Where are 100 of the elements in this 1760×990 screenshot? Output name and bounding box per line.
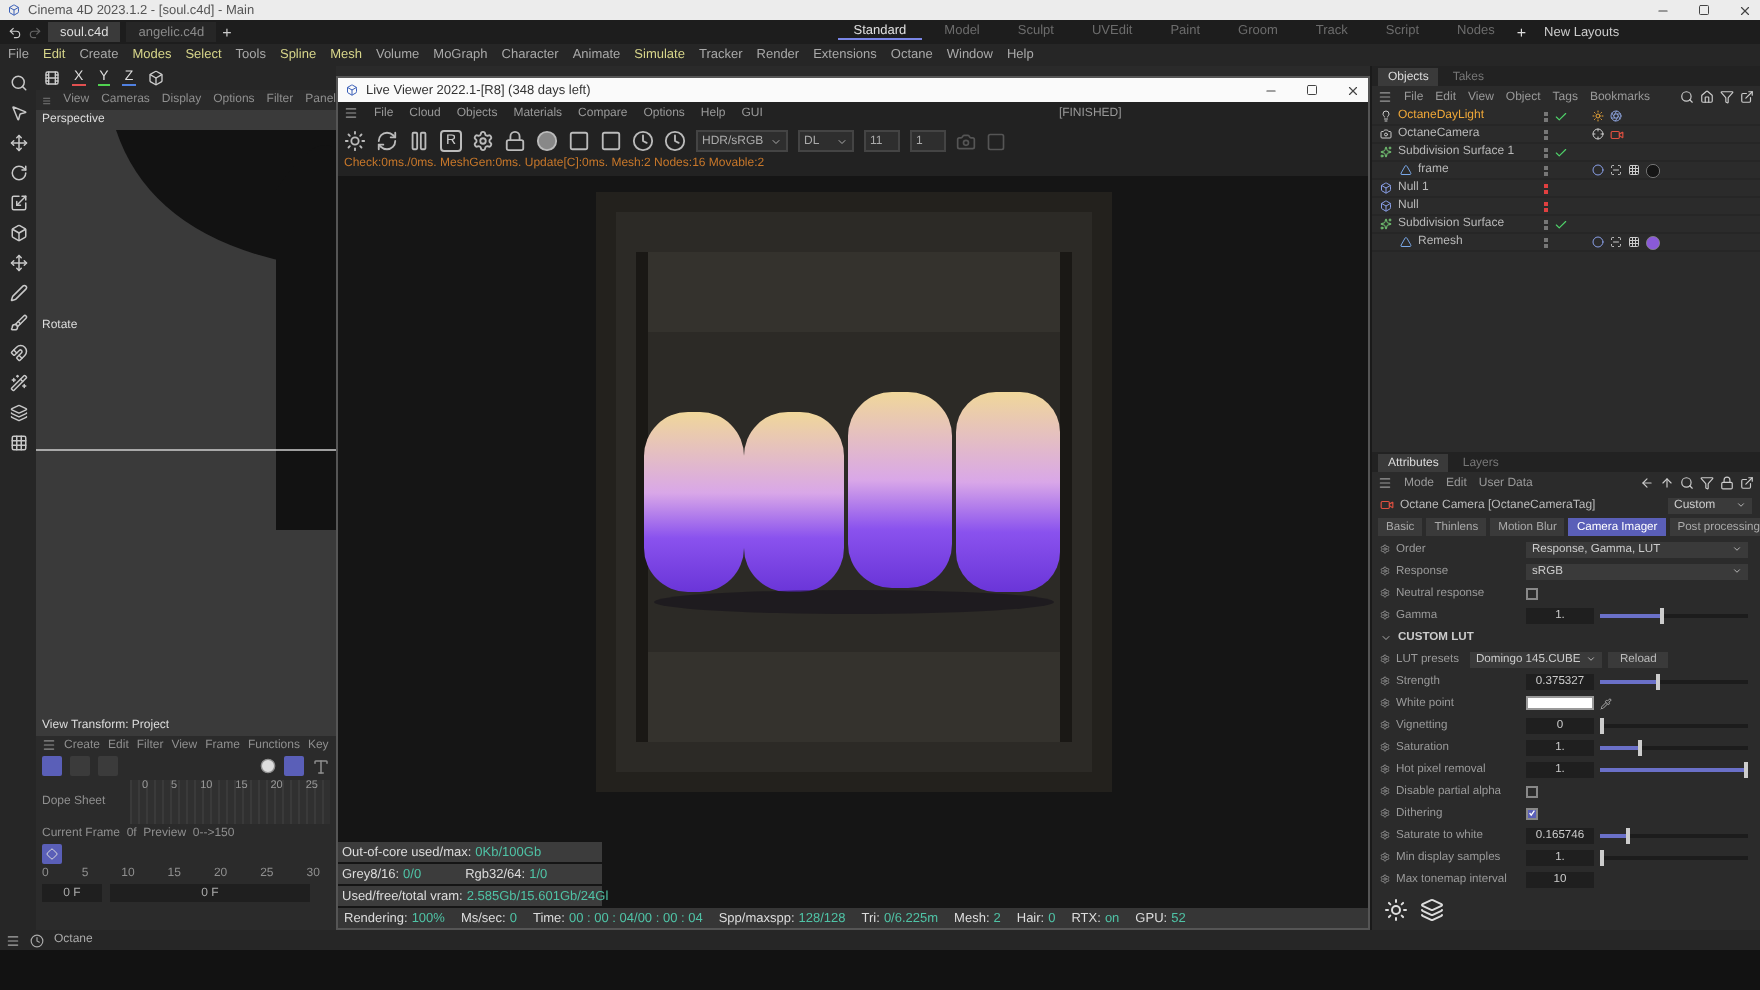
sky-tag-icon[interactable] [1610, 110, 1622, 122]
new-window-icon[interactable] [1740, 476, 1754, 490]
sphere-icon[interactable] [536, 130, 558, 152]
menu-icon[interactable] [1378, 90, 1392, 104]
clock-icon[interactable] [30, 933, 44, 947]
layers-icon[interactable] [1420, 898, 1444, 922]
eyedropper-icon[interactable] [1600, 697, 1612, 709]
up-icon[interactable] [1660, 476, 1674, 490]
menu-icon[interactable] [6, 933, 20, 947]
animate-gear-icon[interactable] [1380, 720, 1390, 730]
cube-icon[interactable] [9, 224, 27, 242]
lock-icon[interactable] [1720, 476, 1734, 490]
close-icon[interactable] [1346, 83, 1360, 97]
pause-icon[interactable] [408, 130, 430, 152]
animate-gear-icon[interactable] [1380, 874, 1390, 884]
maximize-icon[interactable] [1698, 3, 1710, 15]
animate-gear-icon[interactable] [1380, 786, 1390, 796]
rotate-icon[interactable] [9, 164, 27, 182]
subdivision-icon [1380, 146, 1392, 158]
pen-icon[interactable] [9, 284, 27, 302]
wand-icon[interactable] [9, 374, 27, 392]
animate-gear-icon[interactable] [1380, 742, 1390, 752]
grid-icon[interactable] [9, 434, 27, 452]
visibility-dots[interactable] [1544, 165, 1550, 175]
enabled-check-icon[interactable] [1554, 145, 1568, 159]
redo-icon[interactable] [28, 25, 42, 39]
enabled-check-icon[interactable] [1554, 109, 1568, 123]
keyframe-button[interactable] [42, 844, 62, 864]
color-swatch[interactable] [1526, 696, 1594, 710]
timer-icon[interactable] [664, 130, 686, 152]
home-icon[interactable] [1700, 90, 1714, 104]
visibility-dots[interactable] [1544, 111, 1550, 121]
search-icon[interactable] [9, 74, 27, 92]
visibility-dots[interactable] [1544, 219, 1550, 229]
scale-icon[interactable] [9, 194, 27, 212]
visibility-dots[interactable] [1544, 147, 1550, 157]
target-tag-icon[interactable] [1592, 128, 1604, 140]
checker-tag-icon[interactable] [1628, 236, 1640, 248]
animate-gear-icon[interactable] [1380, 764, 1390, 774]
filter-icon[interactable] [1720, 90, 1734, 104]
animate-gear-icon[interactable] [1380, 544, 1390, 554]
animate-gear-icon[interactable] [1380, 676, 1390, 686]
expand-icon[interactable] [1380, 631, 1392, 643]
menu-icon[interactable] [42, 93, 52, 107]
move-icon[interactable] [9, 134, 27, 152]
material-sphere-icon[interactable] [1646, 163, 1660, 177]
material-sphere-icon[interactable] [1646, 235, 1660, 249]
menu-icon[interactable] [1378, 476, 1392, 490]
visibility-dots[interactable] [1544, 129, 1550, 139]
type-icon[interactable] [312, 757, 330, 775]
lock-icon[interactable] [504, 130, 526, 152]
sun-tag-icon[interactable] [1592, 110, 1604, 122]
animate-gear-icon[interactable] [1380, 588, 1390, 598]
search-icon[interactable] [1680, 476, 1694, 490]
animate-gear-icon[interactable] [1380, 654, 1390, 664]
property-checkbox[interactable] [1526, 785, 1538, 797]
animate-gear-icon[interactable] [1380, 830, 1390, 840]
magnet-icon[interactable] [9, 344, 27, 362]
uv-tag-icon[interactable] [1610, 164, 1622, 176]
property-checkbox[interactable] [1526, 587, 1538, 599]
pointer-icon[interactable] [9, 104, 27, 122]
filter-icon[interactable] [1700, 476, 1714, 490]
menu-icon[interactable] [42, 738, 56, 752]
add-tab-button[interactable]: + [222, 23, 232, 41]
sphere-icon[interactable] [260, 758, 276, 774]
visibility-dots[interactable] [1544, 183, 1550, 193]
property-checkbox[interactable] [1526, 807, 1538, 819]
add-layout-button[interactable]: + [1516, 23, 1527, 41]
animate-gear-icon[interactable] [1380, 610, 1390, 620]
enabled-check-icon[interactable] [1554, 217, 1568, 231]
slider-thumb[interactable] [1655, 673, 1660, 689]
transform-icon[interactable] [9, 254, 27, 272]
animate-gear-icon[interactable] [1380, 566, 1390, 576]
phong-tag-icon[interactable] [1592, 236, 1604, 248]
search-icon[interactable] [1680, 90, 1694, 104]
slider[interactable] [1600, 761, 1748, 777]
layers-icon[interactable] [9, 404, 27, 422]
animate-gear-icon[interactable] [1380, 852, 1390, 862]
render-icon[interactable] [44, 70, 60, 86]
menu-icon[interactable] [344, 106, 358, 120]
new-window-icon[interactable] [1740, 90, 1754, 104]
refresh-icon[interactable] [376, 130, 398, 152]
animate-gear-icon[interactable] [1380, 808, 1390, 818]
checker-tag-icon[interactable] [1628, 164, 1640, 176]
visibility-dots[interactable] [1544, 201, 1550, 211]
uv-tag-icon[interactable] [1610, 236, 1622, 248]
maximize-icon[interactable] [1306, 83, 1318, 95]
brush-icon[interactable] [9, 314, 27, 332]
clock-icon[interactable] [632, 130, 654, 152]
slider-thumb[interactable] [1660, 607, 1665, 623]
animate-gear-icon[interactable] [1380, 698, 1390, 708]
settings-icon[interactable] [472, 130, 494, 152]
back-icon[interactable] [1640, 476, 1654, 490]
slider-thumb[interactable] [1625, 827, 1630, 843]
region-icon[interactable] [600, 130, 622, 152]
camera-tag-icon[interactable] [1610, 127, 1624, 141]
phong-tag-icon[interactable] [1592, 164, 1604, 176]
close-icon[interactable] [1738, 3, 1752, 17]
undo-icon[interactable] [8, 25, 22, 39]
visibility-dots[interactable] [1544, 237, 1550, 247]
